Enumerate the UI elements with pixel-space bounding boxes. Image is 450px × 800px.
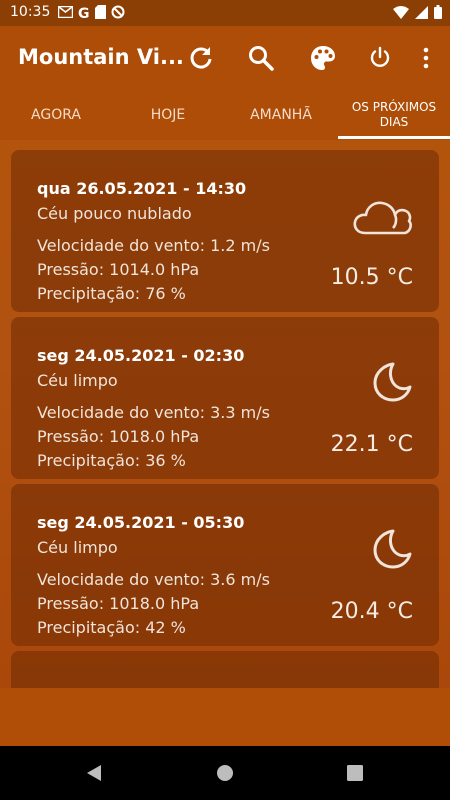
moon-icon: [371, 361, 413, 407]
back-icon[interactable]: [84, 763, 104, 783]
forecast-wind: Velocidade do vento: 3.3 m/s: [37, 403, 270, 422]
google-icon: G: [78, 6, 90, 22]
search-icon[interactable]: [245, 42, 277, 74]
cloud-icon: [351, 195, 413, 241]
forecast-wind: Velocidade do vento: 3.6 m/s: [37, 570, 270, 589]
forecast-description: Céu limpo: [37, 538, 118, 557]
recents-icon[interactable]: [345, 763, 365, 783]
wifi-icon: [393, 5, 409, 23]
forecast-date: seg 24.05.2021 - 05:30: [37, 513, 245, 532]
refresh-icon[interactable]: [185, 42, 217, 74]
tab-bar: AGORA HOJE AMANHÃ OS PRÓXIMOS DIAS: [0, 90, 450, 140]
gmail-icon: [57, 5, 74, 22]
forecast-temperature: 20.4 °C: [330, 599, 413, 624]
forecast-precipitation: Precipitação: 76 %: [37, 284, 186, 303]
power-icon[interactable]: [364, 42, 396, 74]
tab-indicator: [338, 136, 450, 139]
forecast-temperature: 22.1 °C: [330, 432, 413, 457]
forecast-description: Céu pouco nublado: [37, 204, 192, 223]
app-bar: Mountain Vi...: [0, 26, 450, 90]
status-bar: 10:35 G: [0, 0, 450, 26]
forecast-date: seg 24.05.2021 - 02:30: [37, 346, 245, 365]
forecast-card-partial[interactable]: [11, 651, 439, 688]
sd-card-icon: [94, 5, 106, 23]
forecast-description: Céu limpo: [37, 371, 118, 390]
forecast-list[interactable]: qua 26.05.2021 - 14:30 Céu pouco nublado…: [0, 140, 450, 688]
battery-icon: [434, 5, 442, 23]
forecast-precipitation: Precipitação: 42 %: [37, 618, 186, 637]
forecast-temperature: 10.5 °C: [330, 265, 413, 290]
home-icon[interactable]: [215, 763, 235, 783]
app-title: Mountain Vi...: [18, 45, 184, 69]
forecast-card[interactable]: seg 24.05.2021 - 02:30 Céu limpo Velocid…: [11, 317, 439, 479]
forecast-pressure: Pressão: 1014.0 hPa: [37, 260, 200, 279]
forecast-precipitation: Precipitação: 36 %: [37, 451, 186, 470]
forecast-wind: Velocidade do vento: 1.2 m/s: [37, 236, 270, 255]
forecast-card[interactable]: seg 24.05.2021 - 05:30 Céu limpo Velocid…: [11, 484, 439, 646]
forecast-date: qua 26.05.2021 - 14:30: [37, 179, 247, 198]
status-time: 10:35: [10, 4, 51, 20]
tab-os-proximos-dias[interactable]: OS PRÓXIMOS DIAS: [338, 90, 450, 140]
navigation-bar: [0, 746, 450, 800]
tab-amanha[interactable]: AMANHÃ: [224, 90, 338, 140]
do-not-disturb-icon: [111, 5, 125, 23]
palette-icon[interactable]: [307, 42, 339, 74]
tab-agora[interactable]: AGORA: [0, 90, 112, 140]
moon-icon: [371, 528, 413, 574]
signal-icon: [415, 5, 428, 23]
forecast-card[interactable]: qua 26.05.2021 - 14:30 Céu pouco nublado…: [11, 150, 439, 312]
forecast-pressure: Pressão: 1018.0 hPa: [37, 427, 200, 446]
more-icon[interactable]: [410, 42, 442, 74]
tab-hoje[interactable]: HOJE: [112, 90, 224, 140]
forecast-pressure: Pressão: 1018.0 hPa: [37, 594, 200, 613]
